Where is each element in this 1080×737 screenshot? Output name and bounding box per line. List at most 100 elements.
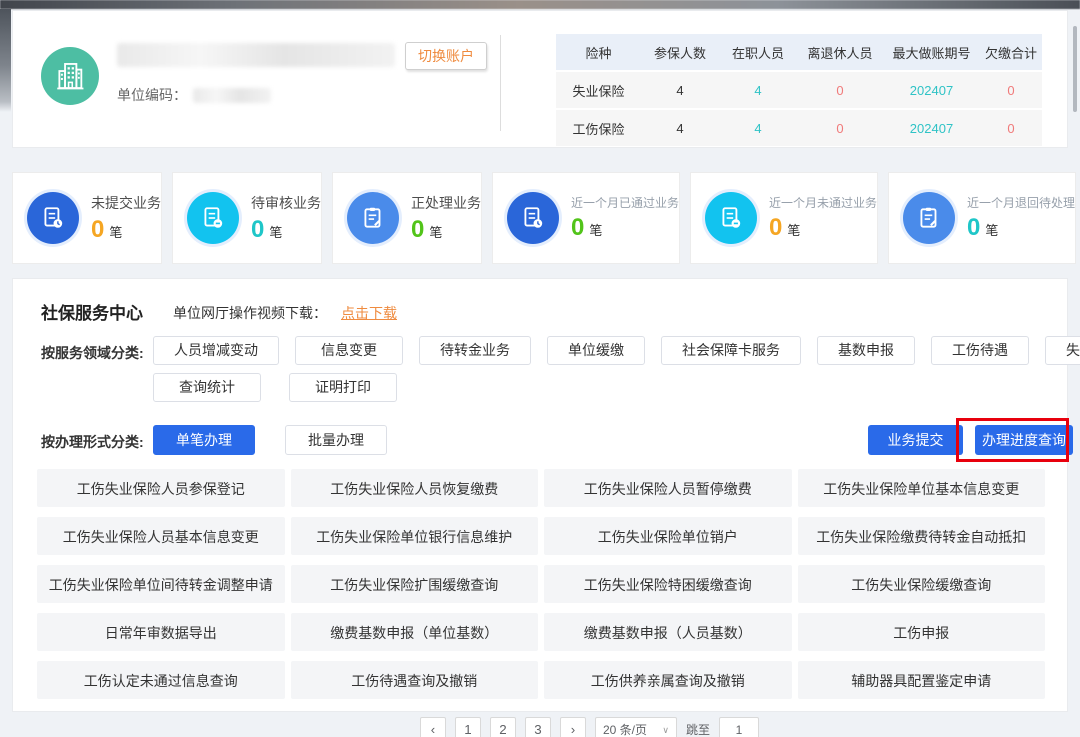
vertical-divider [500, 35, 501, 131]
category-certificate-print[interactable]: 证明打印 [289, 373, 397, 402]
cell-insured-count: 4 [641, 121, 719, 136]
col-active-count: 在职人员 [719, 43, 797, 62]
stat-label: 正处理业务 [411, 193, 481, 213]
biz-bank-info-maintenance[interactable]: 工伤失业保险单位银行信息维护 [291, 517, 539, 555]
biz-injury-declare[interactable]: 工伤申报 [798, 613, 1046, 651]
stat-unit: 笔 [429, 225, 442, 240]
stat-label: 未提交业务 [91, 193, 161, 213]
page-button-1[interactable]: 1 [455, 717, 481, 737]
page-size-value: 20 条/页 [603, 718, 647, 737]
col-retired-count: 离退休人员 [797, 43, 883, 62]
biz-unit-info-change[interactable]: 工伤失业保险单位基本信息变更 [798, 469, 1046, 507]
chevron-down-icon: ∨ [662, 718, 669, 737]
service-domain-label: 按服务领域分类: [41, 343, 144, 363]
stat-label: 近一个月退回待处理 [967, 194, 1075, 211]
category-base-declaration[interactable]: 基数申报 [817, 336, 915, 365]
category-injury-benefits[interactable]: 工伤待遇 [931, 336, 1029, 365]
service-center-card: 社保服务中心 单位网厅操作视频下载： 点击下载 按服务领域分类: 人员增减变动 … [12, 278, 1068, 712]
prev-page-button[interactable]: ‹ [420, 717, 446, 737]
biz-insured-registration[interactable]: 工伤失业保险人员参保登记 [37, 469, 285, 507]
biz-suspend-payment[interactable]: 工伤失业保险人员暂停缴费 [544, 469, 792, 507]
stat-unit: 笔 [589, 223, 602, 238]
stat-card-processing: 正处理业务 0笔 [332, 172, 482, 264]
handle-type-label: 按办理形式分类: [41, 432, 144, 452]
biz-auto-deduction[interactable]: 工伤失业保险缴费待转金自动抵扣 [798, 517, 1046, 555]
business-submit-button[interactable]: 业务提交 [868, 425, 963, 455]
stat-value: 0 [571, 214, 584, 241]
stat-card-unsubmitted: 未提交业务 0笔 [12, 172, 162, 264]
biz-dependent-query-cancel[interactable]: 工伤供养亲属查询及撤销 [544, 661, 792, 699]
handle-type-row: 单笔办理 批量办理 [153, 425, 387, 455]
col-insurance-type: 险种 [556, 43, 641, 62]
page-size-select[interactable]: 20 条/页 ∨ [595, 717, 677, 737]
cell-insurance-type: 工伤保险 [556, 119, 641, 138]
progress-query-button[interactable]: 办理进度查询 [975, 425, 1073, 455]
stat-unit: 笔 [269, 225, 282, 240]
category-personnel-change[interactable]: 人员增减变动 [153, 336, 279, 365]
clipboard-arrow-icon [903, 192, 955, 244]
biz-resume-payment[interactable]: 工伤失业保险人员恢复缴费 [291, 469, 539, 507]
document-clock-icon [507, 192, 559, 244]
page-button-2[interactable]: 2 [490, 717, 516, 737]
desktop-background-edge [0, 9, 11, 112]
document-minus-icon [187, 192, 239, 244]
domain-category-row-1: 人员增减变动 信息变更 待转金业务 单位缓缴 社会保障卡服务 基数申报 工伤待遇… [153, 336, 1080, 365]
switch-account-button[interactable]: 切换账户 [405, 42, 487, 70]
stat-unit: 笔 [787, 223, 800, 238]
cell-arrears-total: 0 [980, 121, 1042, 136]
biz-injury-not-passed-query[interactable]: 工伤认定未通过信息查询 [37, 661, 285, 699]
biz-deferral-query[interactable]: 工伤失业保险缓缴查询 [798, 565, 1046, 603]
unit-code-label: 单位编码： [117, 85, 187, 105]
cell-max-period: 202407 [883, 83, 980, 98]
jump-to-page-input[interactable]: 1 [719, 717, 759, 737]
col-max-period: 最大做账期号 [883, 43, 980, 62]
cell-retired-count: 0 [797, 121, 883, 136]
domain-category-row-2: 查询统计 证明打印 [153, 373, 397, 402]
category-unit-deferral[interactable]: 单位缓缴 [547, 336, 645, 365]
biz-transfer-adjust-apply[interactable]: 工伤失业保险单位间待转金调整申请 [37, 565, 285, 603]
business-button-grid: 工伤失业保险人员参保登记 工伤失业保险人员恢复缴费 工伤失业保险人员暂停缴费 工… [37, 469, 1045, 699]
table-header-row: 险种 参保人数 在职人员 离退休人员 最大做账期号 欠缴合计 [556, 34, 1042, 70]
biz-annual-review-export[interactable]: 日常年审数据导出 [37, 613, 285, 651]
biz-special-deferral-query[interactable]: 工伤失业保险特困缓缴查询 [544, 565, 792, 603]
biz-expand-deferral-query[interactable]: 工伤失业保险扩围缓缴查询 [291, 565, 539, 603]
biz-person-info-change[interactable]: 工伤失业保险人员基本信息变更 [37, 517, 285, 555]
page-button-3[interactable]: 3 [525, 717, 551, 737]
stat-unit: 笔 [109, 225, 122, 240]
company-summary-card: 切换账户 单位编码： 险种 参保人数 在职人员 离退休人员 最大做账期号 欠缴合… [12, 10, 1068, 148]
category-info-change[interactable]: 信息变更 [295, 336, 403, 365]
biz-injury-benefit-query-cancel[interactable]: 工伤待遇查询及撤销 [291, 661, 539, 699]
category-query-statistics[interactable]: 查询统计 [153, 373, 261, 402]
biz-unit-account-close[interactable]: 工伤失业保险单位销户 [544, 517, 792, 555]
biz-base-declare-unit[interactable]: 缴费基数申报（单位基数） [291, 613, 539, 651]
cell-max-period: 202407 [883, 121, 980, 136]
stat-value: 0 [967, 214, 980, 241]
category-unemployment-benefits[interactable]: 失业待遇 [1045, 336, 1080, 365]
insurance-summary-table: 险种 参保人数 在职人员 离退休人员 最大做账期号 欠缴合计 失业保险 4 4 … [556, 34, 1042, 148]
company-building-icon [41, 47, 99, 105]
next-page-button[interactable]: › [560, 717, 586, 737]
category-pending-transfer[interactable]: 待转金业务 [419, 336, 531, 365]
tab-single-handling[interactable]: 单笔办理 [153, 425, 255, 455]
stat-value: 0 [251, 216, 264, 243]
stat-card-rejected-last-month: 近一个月未通过业务 0笔 [690, 172, 878, 264]
scrollbar[interactable] [1073, 26, 1077, 112]
tab-batch-handling[interactable]: 批量办理 [285, 425, 387, 455]
biz-base-declare-person[interactable]: 缴费基数申报（人员基数） [544, 613, 792, 651]
video-download-label: 单位网厅操作视频下载： [173, 303, 327, 323]
redacted-unit-code-value [193, 88, 271, 103]
stat-label: 待审核业务 [251, 193, 321, 213]
stat-card-returned-last-month: 近一个月退回待处理 0笔 [888, 172, 1076, 264]
business-stats-row: 未提交业务 0笔 待审核业务 0笔 正处理业务 0笔 近一个月已通过业务 0笔 … [12, 172, 1068, 264]
stat-value: 0 [91, 216, 104, 243]
cell-insured-count: 4 [641, 83, 719, 98]
pagination: ‹ 1 2 3 › 20 条/页 ∨ 跳至 1 [420, 717, 759, 737]
cell-retired-count: 0 [797, 83, 883, 98]
desktop-background-strip [0, 0, 1080, 9]
video-download-link[interactable]: 点击下载 [341, 303, 397, 323]
category-social-security-card[interactable]: 社会保障卡服务 [661, 336, 801, 365]
cell-active-count: 4 [719, 83, 797, 98]
redacted-company-name [117, 43, 395, 67]
biz-assistive-device-apply[interactable]: 辅助器具配置鉴定申请 [798, 661, 1046, 699]
stat-unit: 笔 [985, 223, 998, 238]
